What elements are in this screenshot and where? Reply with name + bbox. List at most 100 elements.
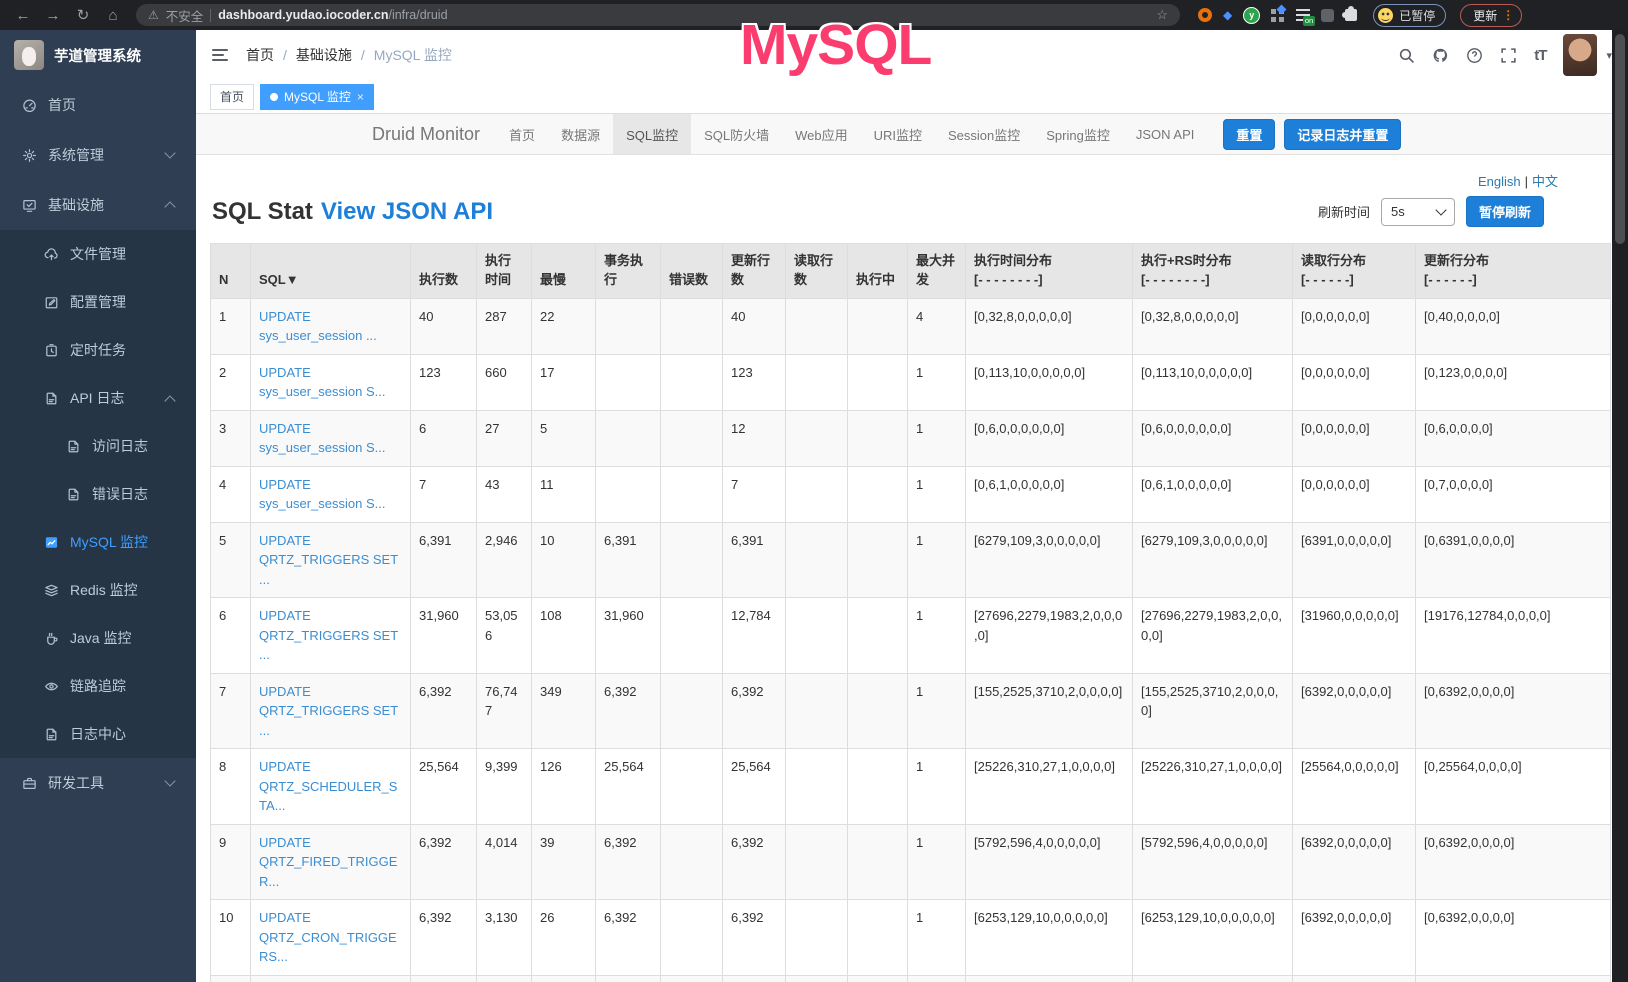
extension-donut-icon[interactable] [1198,8,1212,22]
sidebar-item-定时任务[interactable]: 定时任务 [0,326,196,374]
table-cell: 349 [532,673,596,749]
table-cell [848,354,908,410]
scrollbar-thumb[interactable] [1615,34,1625,244]
back-icon[interactable]: ← [10,7,36,24]
sidebar-item-研发工具[interactable]: 研发工具 [0,758,196,808]
druid-tab-Web应用[interactable]: Web应用 [782,114,861,154]
browser-update-button[interactable]: 更新 ⋮ [1460,4,1522,27]
column-header-SQL▼[interactable]: SQL▼ [251,244,411,299]
sql-link[interactable]: UPDATE sys_user_session ... [259,309,377,344]
forward-icon[interactable]: → [40,7,66,24]
column-header-执行时间[interactable]: 执行时间 [477,244,532,299]
sidebar-item-日志中心[interactable]: 日志中心 [0,710,196,758]
sidebar-item-MySQL 监控[interactable]: MySQL 监控 [0,518,196,566]
column-header-N[interactable]: N [211,244,251,299]
sql-link[interactable]: UPDATE sys_user_session S... [259,477,385,512]
sql-link[interactable]: UPDATE sys_user_session S... [259,421,385,456]
column-header-最慢[interactable]: 最慢 [532,244,596,299]
sql-link[interactable]: UPDATE sys_user_session S... [259,365,385,400]
table-cell [848,824,908,900]
druid-tab-首页[interactable]: 首页 [496,114,548,154]
lang-link-中文[interactable]: 中文 [1532,174,1558,189]
insecure-label[interactable]: 不安全 [166,6,204,25]
sidebar-item-错误日志[interactable]: 错误日志 [0,470,196,518]
log-and-reset-button[interactable]: 记录日志并重置 [1284,119,1401,150]
column-header-更新行分布[interactable]: 更新行分布[- - - - - -] [1416,244,1611,299]
bookmark-star-icon[interactable]: ☆ [1156,7,1168,23]
column-header-读取行分布[interactable]: 读取行分布[- - - - - -] [1293,244,1416,299]
druid-tab-SQL监控[interactable]: SQL监控 [613,114,691,154]
github-icon[interactable] [1432,47,1449,64]
column-header-读取行数[interactable]: 读取行数 [786,244,848,299]
column-header-执行数[interactable]: 执行数 [411,244,477,299]
sql-link[interactable]: UPDATE QRTZ_TRIGGERS SET ... [259,533,398,587]
hamburger-icon[interactable] [212,49,228,61]
scrollbar[interactable] [1612,30,1628,982]
font-size-icon[interactable]: tT [1534,47,1546,64]
druid-tab-Spring监控[interactable]: Spring监控 [1033,114,1123,154]
sidebar-item-系统管理[interactable]: 系统管理 [0,130,196,180]
tab-MySQL 监控[interactable]: MySQL 监控× [260,84,374,110]
column-header-执行时间分布[interactable]: 执行时间分布[- - - - - - - -] [966,244,1133,299]
search-icon[interactable] [1398,47,1415,64]
column-header-执行+RS时分布[interactable]: 执行+RS时分布[- - - - - - - -] [1133,244,1293,299]
sidebar-item-访问日志[interactable]: 访问日志 [0,422,196,470]
fullscreen-icon[interactable] [1500,47,1517,64]
extension-y-icon[interactable]: y [1243,7,1260,24]
view-json-api-link[interactable]: View JSON API [321,198,493,225]
lang-link-English[interactable]: English [1478,174,1521,189]
refresh-interval-select[interactable]: 5s [1381,198,1455,226]
druid-tab-JSON API[interactable]: JSON API [1123,114,1208,154]
column-header-事务执行[interactable]: 事务执行 [596,244,661,299]
column-header-更新行数[interactable]: 更新行数 [723,244,786,299]
druid-tab-数据源[interactable]: 数据源 [548,114,613,154]
extension-drop-icon[interactable]: ◆ [1223,9,1232,21]
druid-brand[interactable]: Druid Monitor [372,114,496,154]
pause-refresh-button[interactable]: 暂停刷新 [1466,196,1544,227]
sql-link[interactable]: UPDATE QRTZ_TRIGGERS SET ... [259,684,398,738]
reset-button[interactable]: 重置 [1223,119,1275,150]
user-avatar[interactable] [1563,34,1597,76]
table-row: 2UPDATE sys_user_session S...12366017123… [211,354,1611,410]
extensions-puzzle-icon[interactable] [1345,9,1357,21]
sql-link[interactable]: UPDATE QRTZ_SCHEDULER_STA... [259,759,397,813]
sidebar-item-API 日志[interactable]: API 日志 [0,374,196,422]
sidebar-item-基础设施[interactable]: 基础设施 [0,180,196,230]
sql-link[interactable]: UPDATE QRTZ_CRON_TRIGGERS... [259,910,397,964]
breadcrumb-item[interactable]: 首页 [246,45,274,65]
sidebar-item-文件管理[interactable]: 文件管理 [0,230,196,278]
extension-dark-icon[interactable] [1321,9,1334,22]
sidebar-item-Java 监控[interactable]: Java 监控 [0,614,196,662]
sidebar-item-首页[interactable]: 首页 [0,80,196,130]
column-header-错误数[interactable]: 错误数 [661,244,723,299]
help-icon[interactable] [1466,47,1483,64]
column-header-执行中[interactable]: 执行中 [848,244,908,299]
table-cell [661,975,723,982]
druid-tab-SQL防火墙[interactable]: SQL防火墙 [691,114,782,154]
table-cell [786,354,848,410]
paused-extension-pill[interactable]: 已暂停 [1373,4,1446,27]
sidebar-item-链路追踪[interactable]: 链路追踪 [0,662,196,710]
sql-link[interactable]: UPDATE QRTZ_FIRED_TRIGGER... [259,835,397,889]
extension-grid-icon[interactable] [1271,9,1276,14]
sidebar-item-配置管理[interactable]: 配置管理 [0,278,196,326]
kebab-menu-icon[interactable]: ⋮ [1502,8,1514,22]
close-icon[interactable]: × [357,91,364,103]
reload-icon[interactable]: ↻ [70,6,96,24]
breadcrumb-item[interactable]: 基础设施 [296,45,352,65]
url-bar[interactable]: ⚠ 不安全 dashboard.yudao.iocoder.cn/infra/d… [136,4,1180,26]
table-cell: 17 [532,354,596,410]
tab-首页[interactable]: 首页 [210,84,254,110]
table-cell: [0,6391,0,0,0,0] [1416,522,1611,598]
sql-link[interactable]: UPDATE QRTZ_TRIGGERS SET ... [259,608,398,662]
column-header-最大并发[interactable]: 最大并发 [908,244,966,299]
sidebar-item-label: 文件管理 [70,244,126,264]
table-cell: [0,7,0,0,0,0] [1416,466,1611,522]
sidebar-item-Redis 监控[interactable]: Redis 监控 [0,566,196,614]
table-cell: 7 [411,466,477,522]
druid-tab-Session监控[interactable]: Session监控 [935,114,1033,154]
url-text[interactable]: dashboard.yudao.iocoder.cn/infra/druid [218,8,447,22]
extension-list-icon[interactable]: on [1296,9,1310,21]
home-icon[interactable]: ⌂ [100,7,126,24]
druid-tab-URI监控[interactable]: URI监控 [861,114,935,154]
